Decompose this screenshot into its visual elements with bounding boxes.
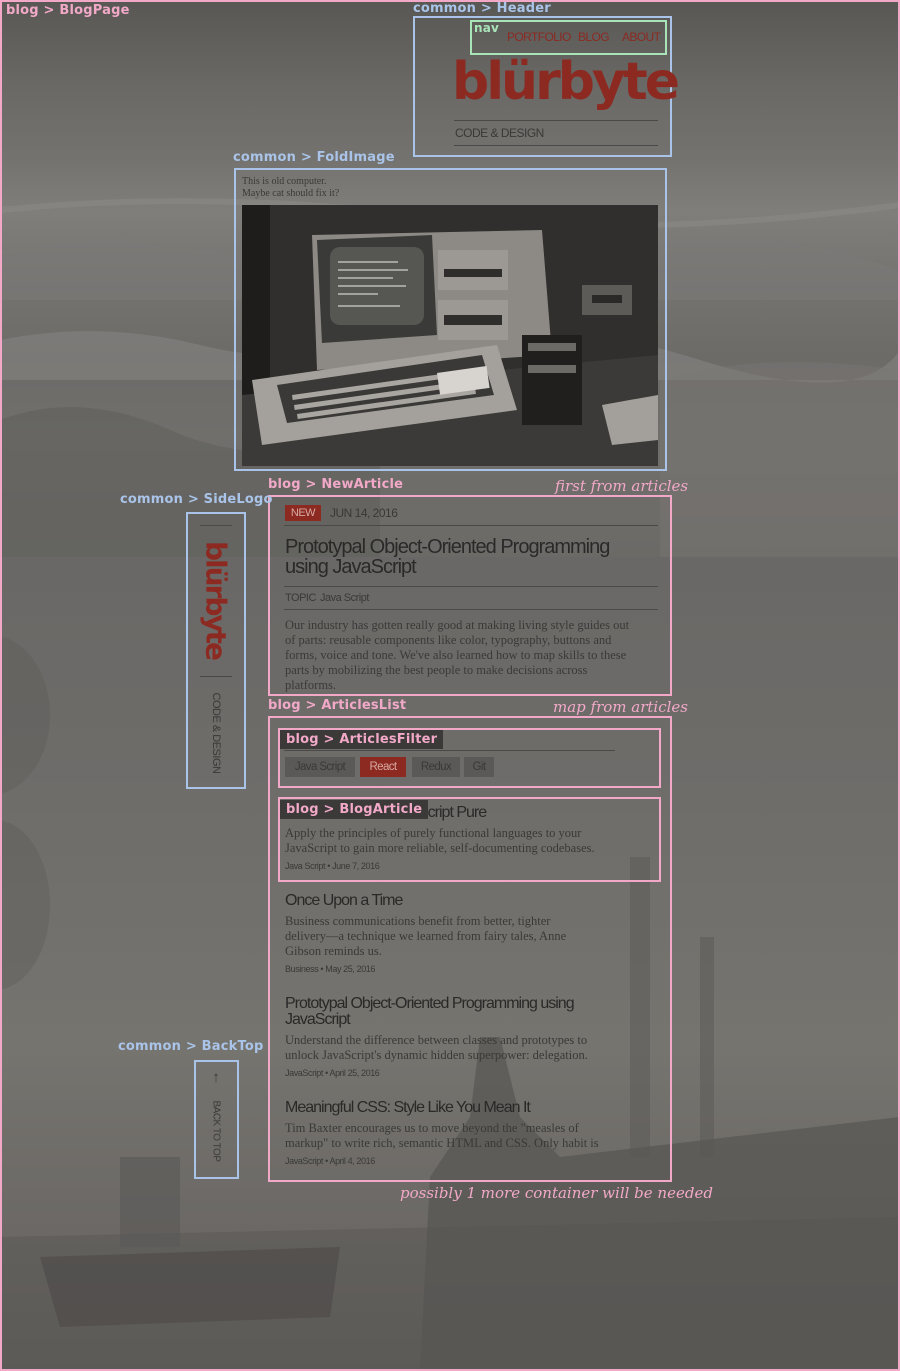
articles-filter-label: blog > ArticlesFilter	[280, 730, 444, 749]
header-divider	[454, 120, 658, 121]
new-article-title-line1[interactable]: Prototypal Object-Oriented Programming	[285, 537, 610, 557]
new-article-divider	[284, 609, 658, 610]
new-article-topic[interactable]: Java Script	[320, 592, 369, 604]
nav-link-blog[interactable]: BLOG	[578, 30, 610, 44]
new-article-divider	[284, 586, 658, 587]
side-brand-text: blürbyte	[199, 540, 233, 660]
back-to-top-label: BACK TO TOP	[210, 1100, 222, 1162]
articles-list-label: blog > ArticlesList	[268, 698, 407, 713]
article-excerpt-line: Understand the difference between classe…	[285, 1033, 588, 1047]
back-to-top-button[interactable]: BACK TO TOP	[204, 1094, 228, 1168]
article-excerpt-line: Business communications benefit from bet…	[285, 914, 551, 928]
header-divider	[454, 145, 658, 146]
fold-image-label: common > FoldImage	[233, 150, 395, 165]
header-label: common > Header	[413, 1, 551, 16]
article-meta: Business • May 25, 2016	[285, 964, 376, 974]
filter-chip-javascript[interactable]: Java Script	[285, 757, 355, 777]
side-logo-label: common > SideLogo	[120, 492, 273, 507]
article-excerpt-line: Apply the principles of purely functiona…	[285, 826, 582, 840]
blog-page-label: blog > BlogPage	[6, 3, 130, 18]
article-excerpt-line: Gibson reminds us.	[285, 944, 382, 958]
new-article-excerpt-line: of parts: reusable components like color…	[285, 633, 612, 647]
article-excerpt-line: unlock JavaScript's dynamic hidden super…	[285, 1048, 588, 1062]
back-top-label: common > BackTop	[118, 1039, 264, 1054]
new-article-excerpt-line: platforms.	[285, 678, 337, 692]
side-logo-tagline: CODE & DESIGN	[205, 690, 227, 776]
side-brand-logo[interactable]: blürbyte	[199, 536, 233, 664]
article-meta: Java Script • June 7, 2016	[285, 861, 380, 871]
article-title[interactable]: Once Upon a Time	[285, 893, 403, 909]
new-badge: NEW	[285, 505, 321, 521]
new-article-excerpt-line: Our industry has gotten really good at m…	[285, 618, 630, 632]
note-first-from-articles: first from articles	[555, 477, 689, 495]
side-logo-divider	[200, 676, 232, 677]
note-map-from-articles: map from articles	[553, 698, 688, 716]
filter-chip-git[interactable]: Git	[464, 757, 494, 777]
harbor-illustration	[0, 857, 900, 1371]
article-title[interactable]: JavaScript	[285, 1012, 351, 1028]
arrow-up-icon[interactable]: ↑	[207, 1069, 225, 1089]
new-article-excerpt-line: forms, voice and tone. We've also learne…	[285, 648, 627, 662]
filter-chip-redux[interactable]: Redux	[412, 757, 460, 777]
header-tagline: CODE & DESIGN	[455, 126, 544, 140]
note-more-container: possibly 1 more container will be needed	[400, 1184, 713, 1202]
article-title[interactable]: Meaningful CSS: Style Like You Mean It	[285, 1100, 531, 1116]
article-title[interactable]: Prototypal Object-Oriented Programming u…	[285, 996, 575, 1012]
background-harbor-photo	[0, 557, 900, 1371]
old-computer-illustration	[242, 205, 658, 466]
article-meta: JavaScript • April 25, 2016	[285, 1068, 380, 1078]
nav-label: nav	[474, 21, 500, 35]
filter-divider	[284, 750, 615, 751]
new-article-topic-label: TOPIC	[285, 592, 316, 604]
new-article-divider	[284, 525, 658, 526]
nav-link-about[interactable]: ABOUT	[622, 30, 661, 44]
article-meta: JavaScript • April 4, 2016	[285, 1156, 375, 1166]
article-excerpt-line: Tim Baxter encourages us to move beyond …	[285, 1121, 579, 1135]
article-excerpt-line: markup" to write rich, semantic HTML and…	[285, 1136, 599, 1150]
old-computer-photo	[242, 205, 658, 466]
new-article-date: JUN 14, 2016	[330, 506, 398, 520]
side-logo-divider	[200, 525, 232, 526]
new-article-title-line2[interactable]: using JavaScript	[285, 557, 417, 577]
filter-chip-react[interactable]: React	[360, 757, 406, 777]
fold-caption-line2: Maybe cat should fix it?	[242, 188, 340, 199]
new-article-excerpt-line: parts by mobilizing the best people to m…	[285, 663, 588, 677]
blog-article-label: blog > BlogArticle	[280, 800, 429, 819]
side-logo-tagline-text: CODE & DESIGN	[210, 692, 222, 774]
brand-logo[interactable]: blürbyte	[452, 52, 680, 112]
fold-caption-line1: This is old computer.	[242, 176, 327, 187]
nav-link-portfolio[interactable]: PORTFOLIO	[507, 30, 571, 44]
article-excerpt-line: JavaScript to gain more reliable, self-d…	[285, 841, 595, 855]
new-article-label: blog > NewArticle	[268, 477, 404, 492]
article-excerpt-line: delivery—a technique we learned from fai…	[285, 929, 567, 943]
